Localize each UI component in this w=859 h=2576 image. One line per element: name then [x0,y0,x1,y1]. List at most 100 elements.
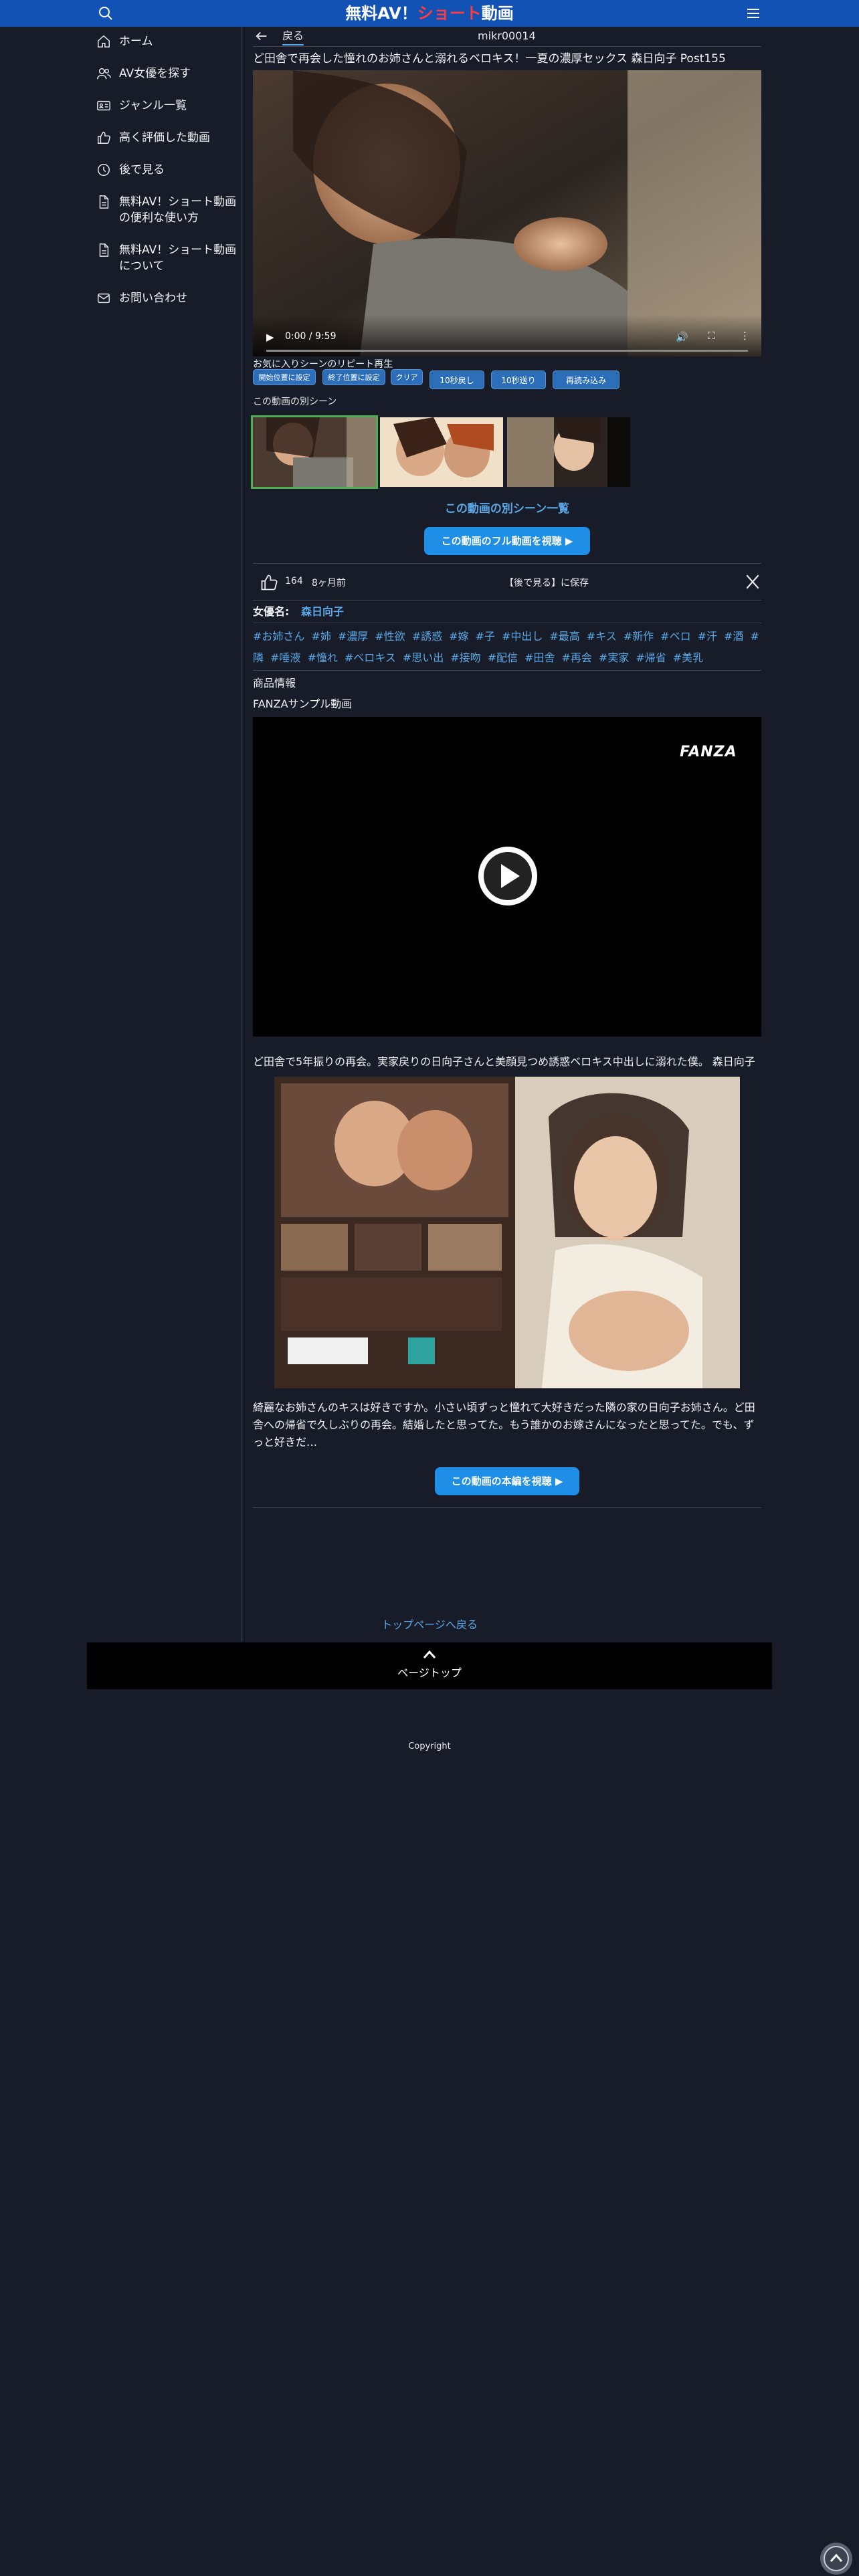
sidebar-item-about[interactable]: 無料AV！ショート動画について [96,242,237,274]
actress-row: 女優名: 森日向子 [253,603,761,623]
clear-button[interactable]: クリア [391,369,423,385]
set-end-button[interactable]: 終了位置に設定 [322,369,385,385]
clock-icon [98,164,110,176]
watch-main-video-button[interactable]: この動画の本編を視聴 ▶ [435,1467,579,1495]
tag[interactable]: #最高 [549,630,579,643]
product-cover-image[interactable] [274,1077,740,1388]
play-icon[interactable]: ▶ [266,331,274,343]
play-circle-icon[interactable] [476,844,540,908]
progress-bar[interactable] [266,350,748,352]
watch-full-video-button[interactable]: この動画のフル動画を視聴 ▶ [424,527,590,555]
scene-list-link[interactable]: この動画の別シーン一覧 [253,499,761,516]
x-share-icon[interactable] [744,573,761,591]
reload-button[interactable]: 再読み込み [553,370,619,389]
tag[interactable]: #憧れ [307,651,337,664]
post-id: mikr00014 [478,29,536,42]
tag[interactable]: #汗 [698,630,717,643]
tag[interactable]: #田舎 [524,651,555,664]
scene-thumbnail[interactable] [507,417,630,487]
main-video-button-label: この動画の本編を視聴 ▶ [451,1475,563,1487]
sidebar-item-contact[interactable]: お問い合わせ [96,290,237,306]
sidebar: ホーム AV女優を探す ジャンル一覧 高く評価した動画 後で見る 無料AV！ショ… [87,27,242,1642]
tag-list: #お姉さん #姉 #濃厚 #性欲 #誘惑 #嫁 #子 #中出し #最高 #キス #新作 #ベロ #汗 #酒… [253,626,761,669]
mail-icon [98,293,110,304]
tag[interactable]: #酒 [724,630,743,643]
more-options-icon[interactable]: ⋮ [740,330,750,342]
forward-10s-button[interactable]: 10秒送り [491,370,546,389]
repeat-label: お気に入りシーンのリピート再生 [253,359,393,370]
tag[interactable]: #思い出 [403,651,444,664]
tag[interactable]: #濃厚 [338,630,368,643]
document-icon [99,243,109,257]
product-description: 綺麗なお姉さんのキスは好きですか。小さい頃ずっと憧れて大好きだった隣の家の日向子… [253,1401,755,1448]
posted-time: 8ヶ月前 [312,578,346,588]
tag[interactable]: #美乳 [673,651,703,664]
action-bar: 164 8ヶ月前 【後で見る】に保存 [253,563,761,601]
tag[interactable]: #性欲 [375,630,405,643]
tag[interactable]: #キス [587,630,617,643]
sidebar-item-label: 無料AV！ショート動画について [119,243,237,273]
copyright: Copyright [408,1741,451,1751]
volume-icon[interactable]: 🔊 [676,331,688,343]
tag[interactable]: #新作 [624,630,654,643]
set-start-button[interactable]: 開始位置に設定 [253,369,316,385]
divider [253,670,761,671]
tag[interactable]: #ベロキス [345,651,396,664]
video-player[interactable]: ▶ 0:00 / 9:59 🔊 ⛶ ⋮ [253,70,761,356]
sidebar-item-genres[interactable]: ジャンル一覧 [96,98,237,114]
tag[interactable]: #実家 [599,651,629,664]
tag[interactable]: #中出し [502,630,543,643]
tag[interactable]: #姉 [311,630,330,643]
tag[interactable]: #帰省 [636,651,666,664]
site-header: 無料AV！ショート動画 [0,0,859,27]
tag[interactable]: #唾液 [270,651,300,664]
sidebar-item-liked[interactable]: 高く評価した動画 [96,130,237,146]
scene-thumbnail[interactable] [380,417,503,487]
player-controls: ▶ 0:00 / 9:59 🔊 ⛶ ⋮ [253,315,761,356]
page-top-label: ページトップ [397,1667,462,1679]
chevron-up-icon [423,1650,436,1658]
scroll-to-top-button[interactable] [819,2541,854,2576]
hamburger-menu-icon[interactable] [745,5,761,21]
rewind-10s-button[interactable]: 10秒戻し [430,370,484,389]
tag[interactable]: #接吻 [450,651,480,664]
other-scenes-label: この動画の別シーン [253,397,337,407]
post-title: ど田舎で再会した憧れのお姉さんと溺れるベロキス！一夏の濃厚セックス 森日向子 P… [253,52,726,66]
actress-name-link[interactable]: 森日向子 [301,603,344,621]
divider [253,1507,761,1508]
like-count: 164 [285,576,303,586]
users-icon [97,68,111,80]
video-frame-image [253,70,761,356]
back-to-top-page-link[interactable]: トップページへ戻る [0,1616,859,1632]
sidebar-item-watch-later[interactable]: 後で見る [96,162,237,178]
sidebar-item-how-to-use[interactable]: 無料AV！ショート動画の便利な使い方 [96,194,237,226]
sidebar-item-label: 後で見る [119,163,165,177]
tag[interactable]: #嫁 [449,630,468,643]
tag[interactable]: #配信 [488,651,518,664]
sidebar-item-actress-search[interactable]: AV女優を探す [96,66,237,82]
product-info-heading: 商品情報 [253,677,296,689]
document-icon [99,195,109,209]
sidebar-item-label: 無料AV！ショート動画の便利な使い方 [119,195,237,225]
tag[interactable]: #ベロ [660,630,690,643]
fanza-sample-player[interactable]: FANZA [253,717,761,1037]
fanza-logo: FANZA [680,744,737,760]
sidebar-item-label: ホーム [119,35,153,48]
actress-label: 女優名: [253,605,290,618]
fullscreen-icon[interactable]: ⛶ [708,330,715,342]
sidebar-item-home[interactable]: ホーム [96,33,237,49]
scene-thumbnail[interactable] [251,415,378,489]
id-card-icon [97,100,110,111]
tag[interactable]: #子 [476,630,495,643]
back-arrow-icon[interactable] [254,29,269,43]
thumbs-up-icon[interactable] [260,573,278,592]
back-link[interactable]: 戻る [282,28,304,45]
save-watch-later-button[interactable]: 【後で見る】に保存 [504,576,589,589]
tag[interactable]: #再会 [561,651,591,664]
tag[interactable]: #お姉さん [253,630,304,643]
home-icon [98,35,110,47]
site-title[interactable]: 無料AV！ショート動画 [0,3,859,24]
product-summary: ど田舎で5年振りの再会。実家戻りの日向子さんと美顔見つめ誘惑ベロキス中出しに溺れ… [253,1055,755,1068]
page-top-bar[interactable]: ページトップ [87,1642,772,1689]
tag[interactable]: #誘惑 [412,630,442,643]
